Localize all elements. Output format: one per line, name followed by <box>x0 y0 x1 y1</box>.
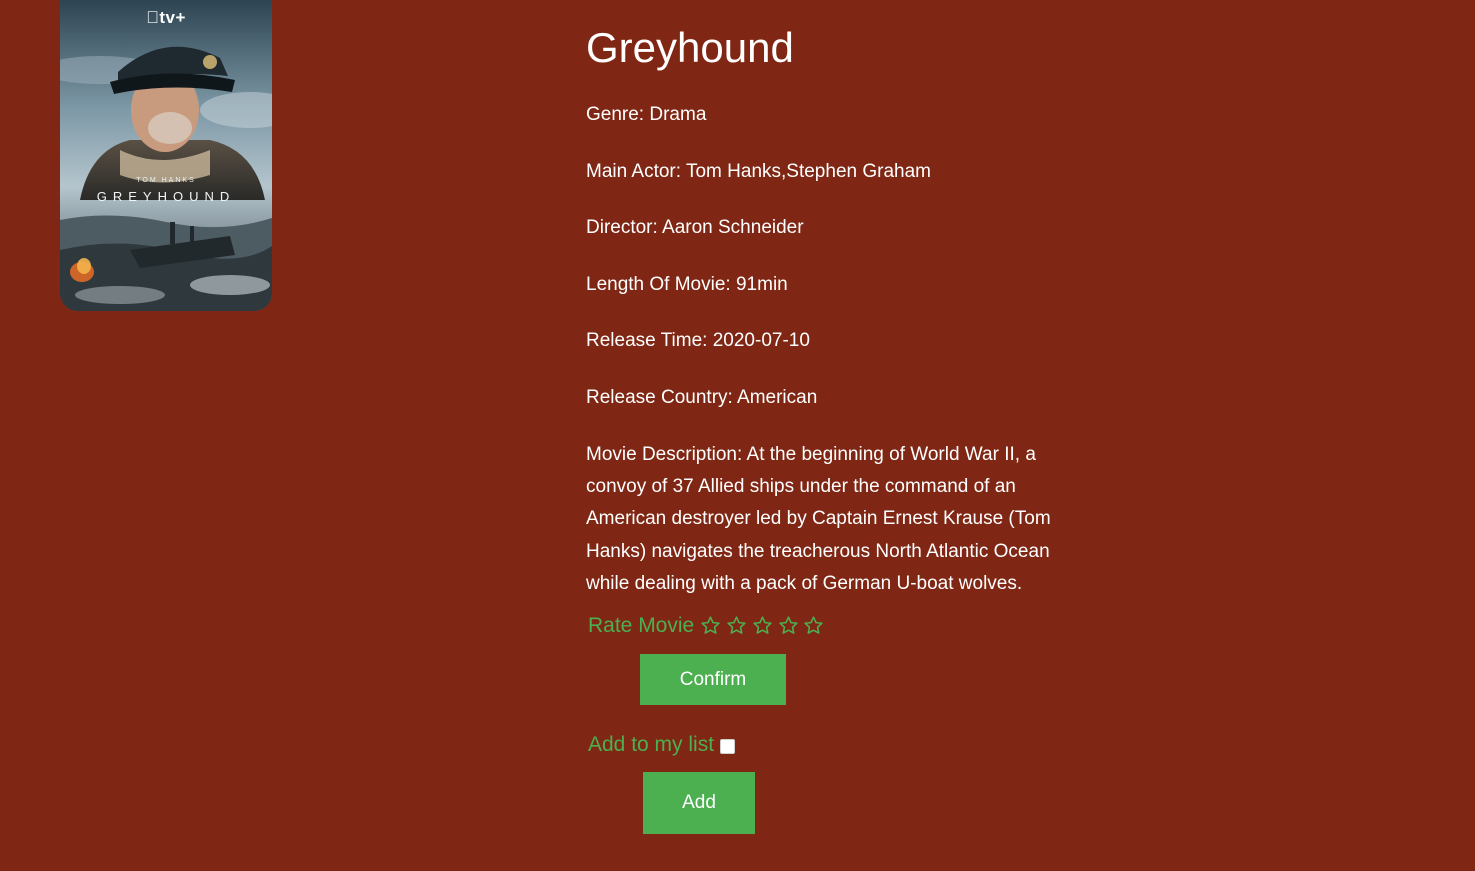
star-icon[interactable] <box>726 615 747 637</box>
add-to-list-row: Add to my list <box>588 733 736 757</box>
poster-actor-text: TOM HANKS <box>136 177 196 184</box>
description-text: At the beginning of World War II, a conv… <box>586 444 1051 594</box>
star-icon[interactable] <box>778 615 799 637</box>
length-field: Length Of Movie: 91min <box>586 274 788 296</box>
poster-brand-logo: tv+ <box>60 8 272 28</box>
length-value: 91min <box>735 274 788 295</box>
genre-value: Drama <box>649 104 707 125</box>
star-icon[interactable] <box>803 615 824 637</box>
director-label: Director: <box>586 217 658 238</box>
main-actor-label: Main Actor: <box>586 161 682 182</box>
description-label: Movie Description: <box>586 444 743 465</box>
main-actor-field: Main Actor: Tom Hanks,Stephen Graham <box>586 161 931 183</box>
movie-detail-page: tv+ TOM HANKS GREYHOUND Greyhound Genre… <box>0 0 1475 871</box>
add-to-list-checkbox[interactable] <box>720 738 736 754</box>
movie-description: Movie Description: At the beginning of W… <box>586 439 1064 600</box>
poster-title-text: GREYHOUND <box>96 189 236 204</box>
director-value: Aaron Schneider <box>662 217 804 238</box>
add-to-list-label: Add to my list <box>588 733 715 756</box>
confirm-button[interactable]: Confirm <box>640 654 786 705</box>
star-rating <box>700 615 829 637</box>
release-time-label: Release Time: <box>586 330 708 351</box>
main-actor-value: Tom Hanks,Stephen Graham <box>685 161 931 182</box>
poster-artwork <box>60 0 272 311</box>
add-button[interactable]: Add <box>643 772 755 834</box>
release-time-field: Release Time: 2020-07-10 <box>586 330 810 352</box>
release-country-field: Release Country: American <box>586 387 817 409</box>
movie-title: Greyhound <box>586 24 794 71</box>
genre-field: Genre: Drama <box>586 104 706 126</box>
director-field: Director: Aaron Schneider <box>586 217 804 239</box>
genre-label: Genre: <box>586 104 645 125</box>
rate-movie-row: Rate Movie <box>588 614 829 638</box>
length-label: Length Of Movie: <box>586 274 731 295</box>
star-icon[interactable] <box>700 615 721 637</box>
release-time-value: 2020-07-10 <box>712 330 810 351</box>
release-country-label: Release Country: <box>586 387 733 408</box>
star-icon[interactable] <box>752 615 773 637</box>
release-country-value: American <box>737 387 818 408</box>
movie-poster: tv+ TOM HANKS GREYHOUND <box>60 0 272 311</box>
apple-icon:  <box>146 8 159 27</box>
rate-movie-label: Rate Movie <box>588 614 695 637</box>
